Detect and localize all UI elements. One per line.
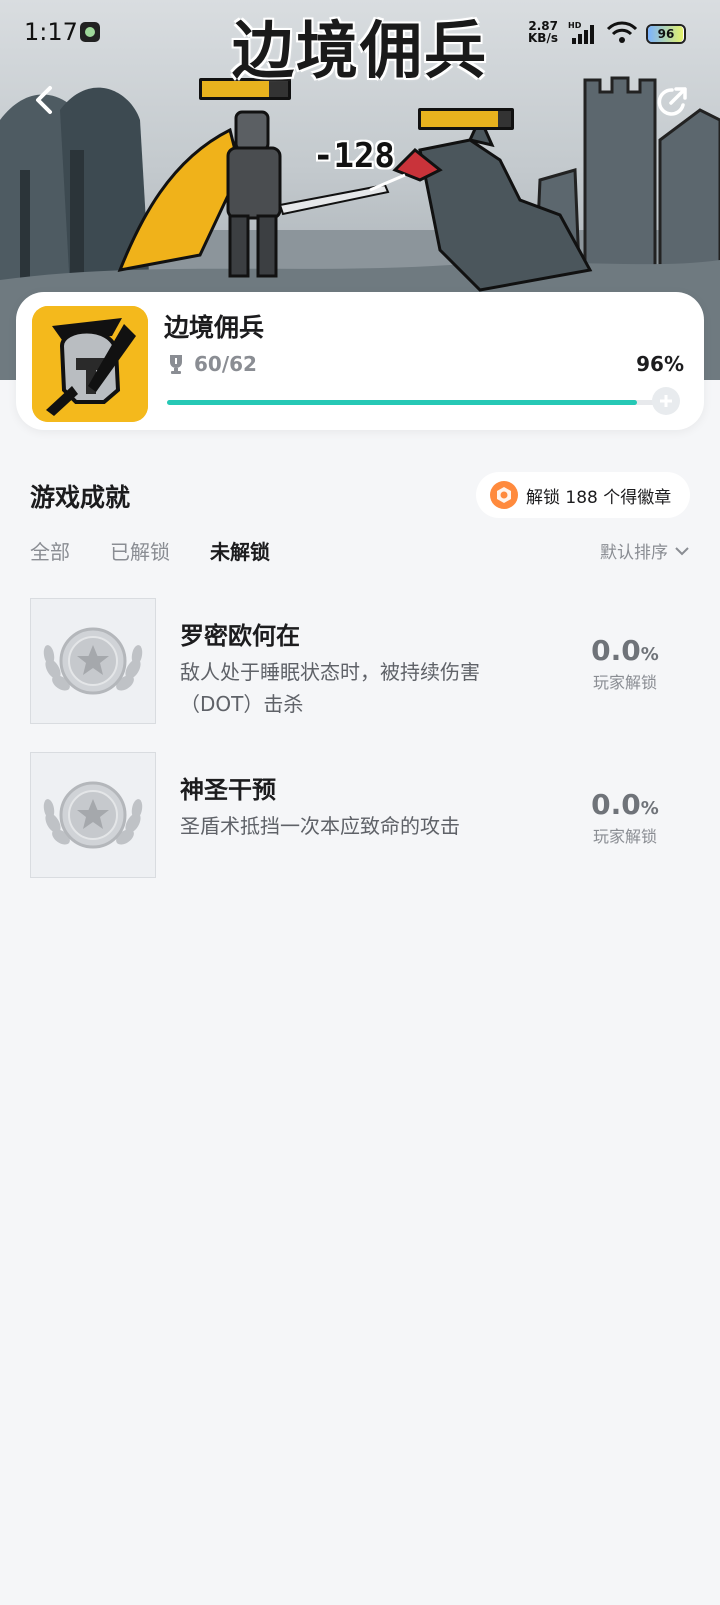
badge-emblem-icon bbox=[497, 487, 511, 503]
signal-icon: HD bbox=[568, 22, 594, 44]
enemy-hp-bar bbox=[418, 108, 514, 130]
achievement-unlock-rate: 0.0% 玩家解锁 bbox=[580, 788, 670, 847]
network-speed: 2.87 KB/s bbox=[528, 20, 558, 44]
network-type-label: HD bbox=[568, 22, 582, 30]
achievement-medal bbox=[30, 752, 156, 878]
trophy-count-text: 60/62 bbox=[194, 352, 257, 376]
spartan-helmet-icon bbox=[32, 306, 148, 422]
completion-progress-fill bbox=[167, 400, 638, 405]
unlock-rate-value: 0.0 bbox=[591, 634, 641, 667]
game-summary-card[interactable]: 边境佣兵 60/62 96% bbox=[16, 292, 704, 430]
locked-medal-icon bbox=[43, 627, 143, 695]
status-time: 1:17 bbox=[24, 18, 78, 46]
badge-unlock-text: 解锁 188 个得徽章 bbox=[526, 487, 672, 508]
achievement-name: 罗密欧何在 bbox=[180, 622, 300, 650]
notification-app-icon bbox=[80, 22, 100, 42]
game-title: 边境佣兵 bbox=[164, 313, 265, 342]
back-button[interactable] bbox=[20, 76, 68, 124]
trophy-count: 60/62 bbox=[166, 352, 257, 376]
tab-locked[interactable]: 未解锁 bbox=[210, 536, 270, 565]
plus-icon bbox=[660, 395, 672, 407]
sort-label: 默认排序 bbox=[600, 543, 668, 563]
achievement-name: 神圣干预 bbox=[180, 776, 276, 804]
unlock-rate-unit: % bbox=[640, 798, 659, 819]
enemy-hp-fill bbox=[421, 111, 498, 127]
sort-dropdown[interactable]: 默认排序 bbox=[600, 538, 690, 563]
unlock-rate-label: 玩家解锁 bbox=[592, 827, 657, 846]
chevron-down-icon bbox=[675, 546, 689, 555]
achievement-description: 圣盾术抵挡一次本应致命的攻击 bbox=[180, 814, 460, 838]
locked-medal-icon bbox=[43, 781, 143, 849]
unlock-rate-value: 0.0 bbox=[591, 788, 641, 821]
trophy-icon bbox=[170, 355, 182, 374]
share-icon bbox=[657, 87, 687, 116]
achievement-medal bbox=[30, 598, 156, 724]
unlock-rate-label: 玩家解锁 bbox=[592, 673, 657, 692]
achievement-item[interactable]: 神圣干预 圣盾术抵挡一次本应致命的攻击 0.0% 玩家解锁 bbox=[30, 752, 690, 880]
achievement-item[interactable]: 罗密欧何在 敌人处于睡眠状态时，被持续伤害（DOT）击杀 0.0% 玩家解锁 bbox=[30, 598, 690, 726]
share-button[interactable] bbox=[648, 78, 696, 126]
status-bar: 1:17 2.87 KB/s HD 96 bbox=[0, 0, 720, 64]
network-speed-unit: KB/s bbox=[528, 31, 558, 45]
completion-percent: 96% bbox=[636, 352, 684, 376]
battery-icon: 96 bbox=[646, 24, 686, 44]
achievement-description: 敌人处于睡眠状态时，被持续伤害（DOT）击杀 bbox=[180, 660, 480, 716]
tab-all[interactable]: 全部 bbox=[30, 536, 70, 565]
badge-unlock-button[interactable]: 解锁 188 个得徽章 bbox=[476, 472, 690, 518]
badge-icon bbox=[490, 481, 518, 509]
game-icon bbox=[32, 306, 148, 422]
completion-progress-bar bbox=[167, 400, 657, 405]
tab-unlocked[interactable]: 已解锁 bbox=[110, 536, 170, 565]
back-arrow-icon bbox=[36, 86, 52, 114]
damage-number: -128 bbox=[313, 136, 395, 176]
battery-level: 96 bbox=[657, 27, 675, 41]
achievement-unlock-rate: 0.0% 玩家解锁 bbox=[580, 634, 670, 693]
section-title: 游戏成就 bbox=[30, 483, 131, 512]
progress-end-icon bbox=[652, 387, 680, 415]
wifi-icon bbox=[606, 21, 638, 43]
filter-tabs: 全部 已解锁 未解锁 bbox=[30, 536, 270, 565]
unlock-rate-unit: % bbox=[640, 644, 659, 665]
